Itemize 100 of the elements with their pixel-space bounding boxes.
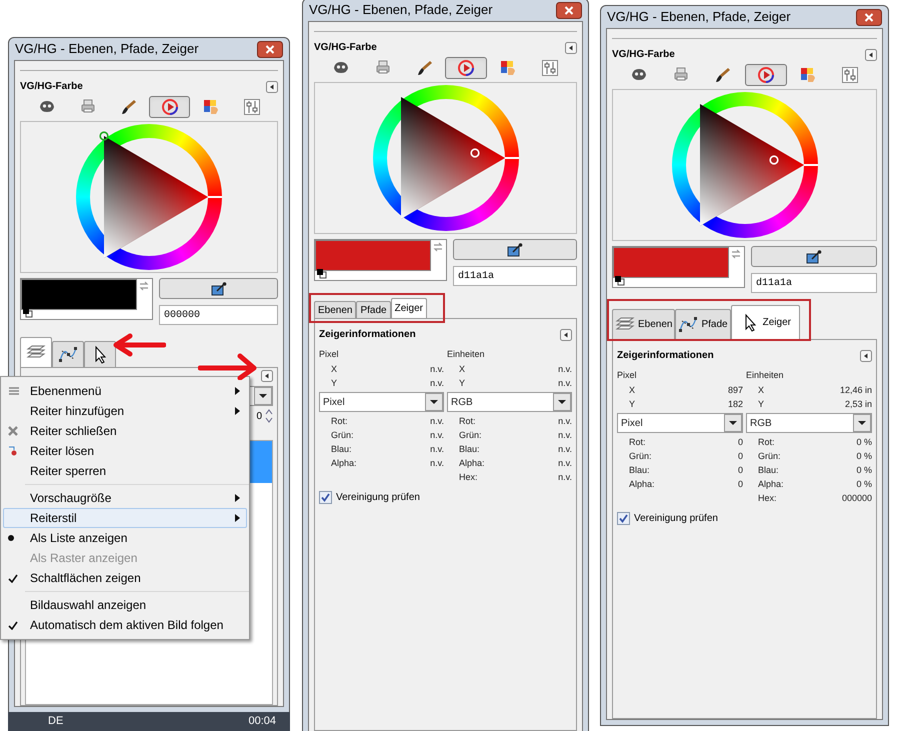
menu-item[interactable]: Vorschaugröße <box>3 488 247 508</box>
color-picker-button[interactable] <box>751 246 877 267</box>
close-button[interactable] <box>257 40 283 58</box>
dock-tab[interactable]: Ebenen <box>314 301 356 318</box>
field-value: 0 % <box>856 464 872 477</box>
field-label: Alpha: <box>758 478 784 491</box>
hue-marker <box>208 196 222 198</box>
tab-menu-button[interactable] <box>860 350 872 362</box>
swap-icon[interactable] <box>730 248 742 260</box>
tab-menu-button[interactable] <box>261 370 273 382</box>
detach-icon <box>8 446 18 456</box>
menu-item[interactable]: Als Liste anzeigen <box>3 528 247 548</box>
field-label: Rot: <box>629 436 646 449</box>
field-value: n.v. <box>430 443 444 456</box>
menu-item[interactable]: Ebenenmenü <box>3 381 247 401</box>
hex-field[interactable]: 000000 <box>159 305 278 325</box>
opacity-value: 0 <box>256 410 262 424</box>
brush-icon <box>416 59 434 77</box>
color-triangle[interactable] <box>400 97 504 219</box>
color-picker-button[interactable] <box>453 239 577 260</box>
default-colors-icon[interactable] <box>614 275 625 286</box>
dock-tab[interactable] <box>84 341 116 367</box>
field-value: 0 <box>738 436 743 449</box>
brush-icon <box>714 66 732 84</box>
language-indicator[interactable]: DE <box>48 713 64 730</box>
tab-menu-button[interactable] <box>560 328 572 340</box>
default-colors-icon[interactable] <box>316 268 327 279</box>
color-circle-icon <box>160 98 178 116</box>
section-title: Zeigerinformationen <box>617 349 714 363</box>
color-swatch-area[interactable] <box>612 246 745 288</box>
dock-tab[interactable] <box>52 341 84 367</box>
menu-item[interactable]: Reiter schließen <box>3 421 247 441</box>
field-label: Grün: <box>629 450 652 463</box>
color-swatch-area[interactable] <box>314 239 447 281</box>
foreground-swatch[interactable] <box>315 240 431 271</box>
sliders-icon <box>840 66 859 84</box>
field-label: Hex: <box>459 471 478 484</box>
dock-tab[interactable]: Pfade <box>675 309 731 339</box>
color-mode-button[interactable] <box>744 64 787 86</box>
color-marker <box>769 155 780 166</box>
clock[interactable]: 00:04 <box>248 713 276 730</box>
color-swatch-area[interactable] <box>20 278 153 320</box>
hex-field[interactable]: d11a1a <box>751 273 877 293</box>
menu-item[interactable]: Automatisch dem aktiven Bild folgen <box>3 615 247 635</box>
close-button[interactable] <box>556 2 582 18</box>
unit-dropdown[interactable]: Pixel <box>319 392 444 412</box>
dock-title: VG/HG-Farbe <box>612 48 675 62</box>
field-label: Grün: <box>758 450 781 463</box>
field-value: n.v. <box>430 377 444 390</box>
menu-item[interactable]: Bildauswahl anzeigen <box>3 595 247 615</box>
menu-item[interactable]: Reiter sperren <box>3 461 247 481</box>
menu-item[interactable]: Schaltflächen zeigen <box>3 568 247 588</box>
dock-title: VG/HG-Farbe <box>20 80 83 94</box>
default-colors-icon[interactable] <box>22 307 33 318</box>
field-value: 0 % <box>856 436 872 449</box>
field-value: n.v. <box>558 429 572 442</box>
field-value: 182 <box>728 398 743 411</box>
swap-icon[interactable] <box>138 280 150 292</box>
field-label: Y <box>629 398 636 411</box>
color-picker-button[interactable] <box>159 278 278 299</box>
foreground-swatch[interactable] <box>613 247 729 278</box>
menu-item[interactable]: Reiterstil <box>3 508 247 528</box>
spinner-icon[interactable] <box>265 409 273 423</box>
color-marker <box>470 148 480 158</box>
tab-menu-button[interactable] <box>266 80 278 92</box>
field-label: Y <box>459 377 466 390</box>
checkbox[interactable] <box>319 491 332 504</box>
checkbox-label: Vereinigung prüfen <box>336 491 420 505</box>
field-value: n.v. <box>558 471 572 484</box>
checkbox[interactable] <box>617 512 630 525</box>
unit-dropdown[interactable]: RGB <box>746 413 872 433</box>
color-mode-button[interactable] <box>149 96 190 118</box>
color-mode-button[interactable] <box>445 57 488 79</box>
foreground-swatch[interactable] <box>21 279 137 310</box>
swap-icon[interactable] <box>432 241 444 253</box>
dock-tab[interactable]: Ebenen <box>612 309 676 339</box>
eyedropper-icon <box>507 242 523 256</box>
menu-item[interactable]: Reiter lösen <box>3 441 247 461</box>
dock-title: VG/HG-Farbe <box>314 41 377 55</box>
field-label: X <box>629 384 636 397</box>
unit-dropdown[interactable]: Pixel <box>617 413 743 433</box>
color-swatches-icon <box>499 59 518 77</box>
tab-menu-button[interactable] <box>865 48 877 60</box>
field-value: 0 % <box>856 450 872 463</box>
dock-tab[interactable]: Pfade <box>356 301 391 318</box>
field-value: 000000 <box>842 492 872 505</box>
tab-menu-button[interactable] <box>565 42 577 54</box>
field-label: Grün: <box>459 429 482 442</box>
field-label: Grün: <box>331 429 354 442</box>
dock-tab[interactable]: Zeiger <box>730 305 800 339</box>
dock-tab[interactable]: Zeiger <box>390 298 427 318</box>
color-triangle[interactable] <box>700 104 804 226</box>
unit-dropdown[interactable]: RGB <box>447 392 572 412</box>
close-icon <box>8 426 18 436</box>
menu-item[interactable]: Reiter hinzufügen <box>3 401 247 421</box>
field-label: X <box>758 384 764 397</box>
hue-marker <box>804 164 818 166</box>
hex-field[interactable]: d11a1a <box>453 266 577 286</box>
field-value: 0 <box>738 478 743 491</box>
close-button[interactable] <box>856 8 882 26</box>
